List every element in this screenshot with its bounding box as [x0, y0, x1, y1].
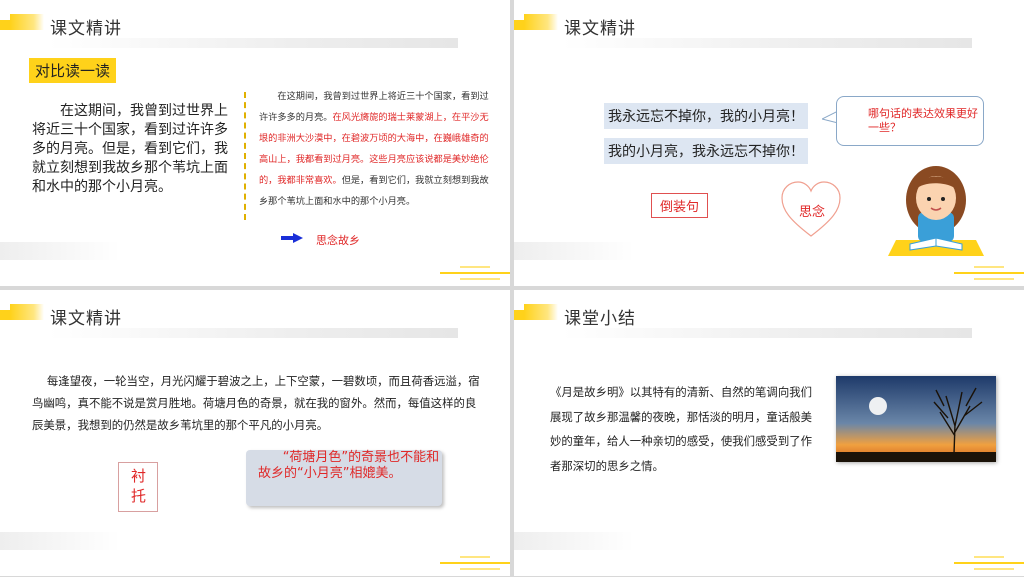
- inversion-tag: 倒装句: [651, 193, 709, 218]
- footer-line: [974, 568, 1014, 570]
- sentence-one: 我永远忘不掉你，我的小月亮！: [604, 103, 808, 129]
- footer-decoration: [0, 532, 120, 550]
- slide-sentence-comparison[interactable]: 课文精讲 我永远忘不掉你，我的小月亮！ 我的小月亮，我永远忘不掉你！ 哪句话的表…: [514, 0, 1024, 286]
- summary-text: 《月是故乡明》以其特有的清新、自然的笔调向我们展现了故乡那温馨的夜晚，那恬淡的明…: [550, 385, 812, 473]
- original-passage: 在这期间，我曾到过世界上将近三十个国家，看到过许许多多的月亮。但是，看到它们，我…: [32, 103, 228, 195]
- footer-decoration: [514, 532, 634, 550]
- header-divider: [48, 38, 458, 48]
- moonlight-passage: 每逢望夜，一轮当空，月光闪耀于碧波之上，上下空蒙，一碧数顷，而且荷香远溢，宿鸟幽…: [32, 374, 480, 432]
- header-accent-gradient: [10, 14, 44, 30]
- moon-tree-photo: [836, 376, 996, 462]
- footer-line: [954, 562, 1024, 564]
- footer-line: [460, 568, 500, 570]
- right-arrow-icon: [281, 233, 303, 243]
- scroll-note-text: “荷塘月色”的奇景也不能和故乡的“小月亮”相媲美。: [258, 450, 440, 481]
- footer-decoration: [514, 242, 634, 260]
- header-accent-gradient: [10, 304, 44, 320]
- footer-line: [974, 266, 1004, 268]
- header-divider: [562, 38, 972, 48]
- expanded-passage: 在这期间，我曾到过世界上将近三十个国家，看到过许许多多的月亮。在风光旖旎的瑞士莱…: [259, 86, 495, 212]
- footer-decoration: [0, 242, 120, 260]
- slide-contrast-technique[interactable]: 课文精讲 每逢望夜，一轮当空，月光闪耀于碧波之上，上下空蒙，一碧数顷，而且荷香远…: [0, 290, 510, 576]
- header-accent-gradient: [524, 304, 558, 320]
- footer-line: [974, 278, 1014, 280]
- footer-line: [974, 556, 1004, 558]
- slide-title: 课文精讲: [564, 19, 636, 39]
- footer-line: [440, 562, 510, 564]
- heart-label: 思念: [799, 205, 826, 220]
- footer-line: [460, 266, 490, 268]
- technique-tag: 衬托: [131, 467, 147, 505]
- dashed-divider: [244, 92, 246, 220]
- footer-line: [440, 272, 510, 274]
- slide-title: 课文精讲: [50, 309, 122, 329]
- conclusion-text: 思念故乡: [316, 234, 360, 247]
- reading-girl-illustration: [888, 166, 984, 256]
- footer-line: [954, 272, 1024, 274]
- footer-line: [460, 278, 500, 280]
- header-accent-gradient: [524, 14, 558, 30]
- slide-comparison-reading[interactable]: 课文精讲 对比读一读 在这期间，我曾到过世界上将近三十个国家，看到过许许多多的月…: [0, 0, 510, 286]
- header-divider: [48, 328, 458, 338]
- slide-summary[interactable]: 课堂小结 《月是故乡明》以其特有的清新、自然的笔调向我们展现了故乡那温馨的夜晚，…: [514, 290, 1024, 576]
- slide-title: 课堂小结: [564, 309, 636, 329]
- footer-line: [460, 556, 490, 558]
- section-tag: 对比读一读: [29, 58, 117, 83]
- slide-title: 课文精讲: [50, 19, 122, 39]
- question-text: 哪句话的表达效果更好一些？: [868, 107, 978, 134]
- sentence-two: 我的小月亮，我永远忘不掉你！: [604, 138, 808, 164]
- header-divider: [562, 328, 972, 338]
